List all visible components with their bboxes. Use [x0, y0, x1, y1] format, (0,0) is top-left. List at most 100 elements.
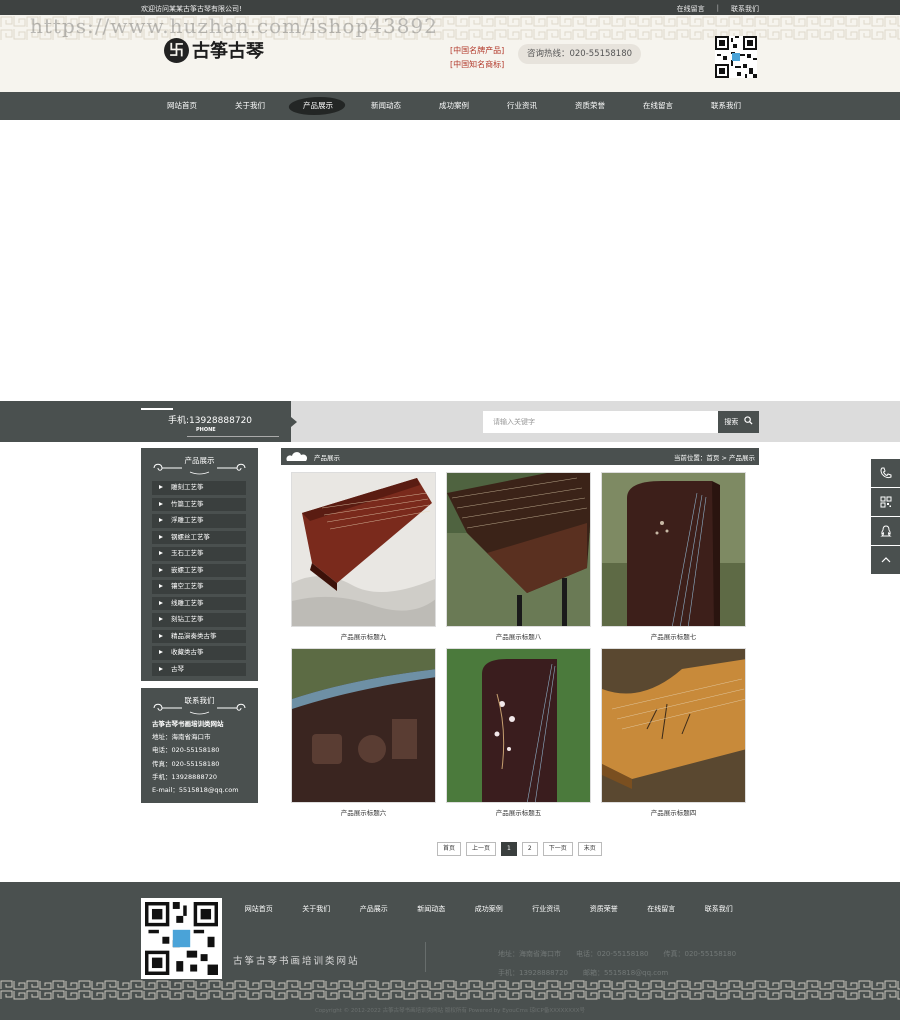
product-card[interactable]: 产品展示标题九 [291, 472, 436, 641]
search-input[interactable] [483, 411, 719, 433]
footer-nav-item[interactable]: 关于我们 [288, 904, 346, 914]
product-image[interactable] [601, 648, 746, 803]
guzheng-image [292, 473, 435, 626]
float-qq-button[interactable] [871, 517, 900, 545]
footer-nav-item[interactable]: 网站首页 [230, 904, 288, 914]
honor-trademark: [中国知名商标] [450, 60, 505, 69]
contact-email: E-mail：5515818@qq.com [152, 786, 239, 795]
phone-label: PHONE [196, 427, 216, 433]
nav-home[interactable]: 网站首页 [148, 92, 216, 120]
sidebar-category-item[interactable]: 线雕工艺筝 [152, 596, 246, 610]
fret-pattern-bottom [0, 980, 900, 1000]
search-button[interactable]: 搜索 [718, 411, 759, 433]
pager-page-1[interactable]: 1 [501, 842, 517, 856]
footer-address: 地址：海南省海口市 [498, 950, 561, 958]
float-phone-button[interactable] [871, 459, 900, 487]
product-caption[interactable]: 产品展示标题四 [601, 807, 746, 817]
nav-label: 关于我们 [235, 101, 265, 110]
sidebar-category-item[interactable]: 镶空工艺筝 [152, 580, 246, 594]
nav-contact[interactable]: 联系我们 [692, 92, 760, 120]
main-content: 产品展示 当前位置：首页 > 产品展示 产品展示标题九 产品展示标题八 产品展示… [281, 448, 759, 817]
nav-label: 资质荣誉 [575, 101, 605, 110]
pager-first[interactable]: 首页 [437, 842, 462, 856]
footer-nav: 网站首页 关于我们 产品展示 新闻动态 成功案例 行业资讯 资质荣誉 在线留言 … [230, 904, 748, 914]
phone-underline [187, 436, 279, 437]
sidebar-category-item[interactable]: 古琴 [152, 662, 246, 676]
footer-qr-code [141, 898, 222, 979]
footer-nav-item[interactable]: 产品展示 [345, 904, 403, 914]
nav-label: 产品展示 [303, 101, 333, 110]
sidebar-category-item[interactable]: 钢螺丝工艺筝 [152, 530, 246, 544]
contact-fax: 传真：020-55158180 [152, 759, 220, 768]
float-top-button[interactable] [871, 546, 900, 574]
sidebar-category-item[interactable]: 竹篇工艺筝 [152, 497, 246, 511]
sidebar-category-item[interactable]: 刻钻工艺筝 [152, 613, 246, 627]
nav-label: 联系我们 [711, 101, 741, 110]
product-caption[interactable]: 产品展示标题五 [446, 807, 591, 817]
product-card[interactable]: 产品展示标题六 [291, 648, 436, 817]
product-image[interactable] [446, 472, 591, 627]
nav-label: 网站首页 [167, 101, 197, 110]
pager-last[interactable]: 末页 [577, 842, 602, 856]
search-icon [743, 416, 753, 425]
footer-contact-info: 地址：海南省海口市 电话：020-55158180 传真：020-5515818… [498, 945, 758, 983]
sidebar-category-item[interactable]: 精品演奏类古筝 [152, 629, 246, 643]
breadcrumb[interactable]: 当前位置：首页 > 产品展示 [674, 452, 755, 462]
sidebar-category-item[interactable]: 嵌螺工艺筝 [152, 563, 246, 577]
logo-emblem: 卐 [164, 37, 189, 63]
sidebar-category-item[interactable]: 浮雕工艺筝 [152, 514, 246, 528]
product-caption[interactable]: 产品展示标题六 [291, 807, 436, 817]
footer-nav-item[interactable]: 行业资讯 [518, 904, 576, 914]
watermark-url: https://www.huzhan.com/ishop43892 [30, 14, 438, 38]
nav-about[interactable]: 关于我们 [216, 92, 284, 120]
footer-nav-item[interactable]: 资质荣誉 [575, 904, 633, 914]
nav-message[interactable]: 在线留言 [624, 92, 692, 120]
site-logo[interactable]: 卐 古筝古琴 [164, 37, 264, 63]
banner-area [0, 120, 900, 401]
product-caption[interactable]: 产品展示标题八 [446, 631, 591, 641]
pager-page-2[interactable]: 2 [521, 842, 538, 856]
product-image[interactable] [291, 648, 436, 803]
product-card[interactable]: 产品展示标题八 [446, 472, 591, 641]
phone-box: 手机:13928888720 PHONE [0, 401, 297, 442]
top-bar: 欢迎访问某某古筝古琴有限公司! 在线留言 | 联系我们 [0, 0, 900, 15]
footer-divider [425, 942, 426, 972]
nav-label: 新闻动态 [371, 101, 401, 110]
sidebar-category-item[interactable]: 玉石工艺筝 [152, 547, 246, 561]
guzheng-image [602, 473, 745, 626]
contact-name: 古筝古琴书画培训类网站 [152, 720, 224, 728]
phone-icon [880, 467, 891, 479]
product-image[interactable] [601, 472, 746, 627]
footer: 网站首页 关于我们 产品展示 新闻动态 成功案例 行业资讯 资质荣誉 在线留言 … [0, 882, 900, 1020]
phone-accent-line [141, 408, 173, 410]
guzheng-image [447, 473, 590, 626]
product-card[interactable]: 产品展示标题四 [601, 648, 746, 817]
nav-news[interactable]: 新闻动态 [352, 92, 420, 120]
contact-tel: 电话：020-55158180 [152, 746, 220, 755]
floating-toolbar [871, 459, 900, 575]
product-image[interactable] [291, 472, 436, 627]
cloud-icon [286, 452, 308, 461]
nav-honors[interactable]: 资质荣誉 [556, 92, 624, 120]
nav-products[interactable]: 产品展示 [284, 92, 352, 120]
footer-nav-item[interactable]: 成功案例 [460, 904, 518, 914]
nav-industry[interactable]: 行业资讯 [488, 92, 556, 120]
top-link-message[interactable]: 在线留言 [677, 4, 705, 14]
pager-next[interactable]: 下一页 [542, 842, 573, 856]
main-nav: 网站首页 关于我们 产品展示 新闻动态 成功案例 行业资讯 资质荣誉 在线留言 … [0, 92, 900, 120]
product-caption[interactable]: 产品展示标题九 [291, 631, 436, 641]
sidebar-category-item[interactable]: 收藏类古筝 [152, 646, 246, 660]
product-image[interactable] [446, 648, 591, 803]
product-card[interactable]: 产品展示标题七 [601, 472, 746, 641]
pager-prev[interactable]: 上一页 [466, 842, 497, 856]
sidebar-category-item[interactable]: 雕刻工艺筝 [152, 481, 246, 495]
top-link-contact[interactable]: 联系我们 [731, 4, 759, 14]
float-qr-button[interactable] [871, 488, 900, 516]
footer-nav-item[interactable]: 新闻动态 [403, 904, 461, 914]
product-caption[interactable]: 产品展示标题七 [601, 631, 746, 641]
copyright: Copyright © 2012-2022 古筝古琴书画培训类网站 版权所有 P… [314, 1008, 586, 1014]
footer-nav-item[interactable]: 联系我们 [690, 904, 748, 914]
product-card[interactable]: 产品展示标题五 [446, 648, 591, 817]
footer-nav-item[interactable]: 在线留言 [633, 904, 691, 914]
nav-cases[interactable]: 成功案例 [420, 92, 488, 120]
